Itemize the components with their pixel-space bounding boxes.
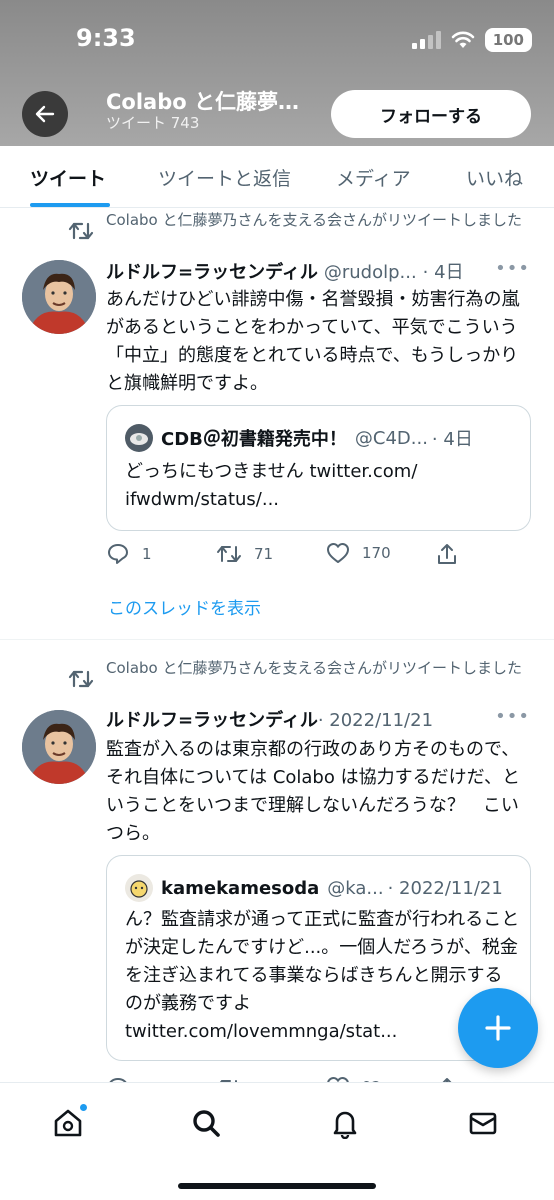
like-button[interactable]: 170 — [326, 542, 391, 564]
tweet-text: あんだけひどい誹謗中傷・名誉毀損・妨害行為の嵐があるということをわかっていて、平… — [106, 289, 520, 394]
heart-icon — [327, 543, 349, 563]
retweet-context: Colabo と仁藤夢乃さんを支える会さんがリツイートしました — [106, 211, 523, 229]
reply-icon — [108, 544, 128, 564]
tweet-date: · 4日 — [422, 262, 464, 283]
search-icon — [193, 1110, 220, 1137]
profile-tabs: ツイート ツイートと返信 メディア いいね — [0, 146, 554, 208]
retweet-action-icon — [217, 546, 241, 562]
retweet-context: Colabo と仁藤夢乃さんを支える会さんがリツイートしました — [106, 659, 523, 677]
tab-likes[interactable]: いいね — [466, 164, 523, 191]
back-button[interactable] — [22, 91, 68, 137]
quoted-avatar — [125, 424, 153, 452]
home-indicator[interactable] — [178, 1183, 376, 1189]
signal-icon — [411, 31, 441, 49]
more-icon[interactable]: ••• — [495, 706, 530, 727]
quoted-author-handle: @ka... — [327, 877, 384, 899]
follow-button[interactable]: フォローする — [331, 90, 531, 138]
nav-home[interactable] — [46, 1101, 90, 1145]
compose-tweet-button[interactable] — [458, 988, 538, 1068]
status-time: 9:33 — [76, 24, 136, 52]
tab-tweets[interactable]: ツイート — [30, 164, 106, 191]
nav-messages[interactable] — [461, 1101, 505, 1145]
quoted-tweet[interactable]: CDB＠初書籍発売中！ @C4D... · 4日 どっちにもつきません twit… — [106, 405, 531, 531]
retweet-count: 71 — [254, 545, 274, 563]
home-icon — [54, 1109, 82, 1137]
tweet-actions: 1 71 170 — [106, 542, 526, 570]
notification-dot — [79, 1103, 88, 1112]
tweet-count: ツイート 743 — [106, 114, 200, 132]
nav-notifications[interactable] — [323, 1101, 367, 1145]
retweet-button[interactable]: 71 — [216, 542, 273, 566]
retweet-icon — [68, 222, 94, 240]
reply-count: 1 — [142, 545, 152, 563]
tweet-author-name[interactable]: ルドルフ=ラッセンディル — [106, 258, 318, 284]
tab-tweets-and-replies[interactable]: ツイートと返信 — [158, 164, 291, 191]
battery-icon: 100 — [484, 28, 532, 52]
share-button[interactable] — [436, 542, 458, 566]
avatar[interactable] — [22, 710, 96, 784]
tweet-date: · 2022/11/21 — [317, 710, 434, 731]
wifi-icon — [451, 31, 474, 48]
more-icon[interactable]: ••• — [495, 258, 530, 279]
quoted-avatar — [125, 874, 153, 902]
profile-header: 9:33 100 Colabo と仁藤夢乃さんを支える会 ツイート 743 フォ… — [0, 0, 554, 146]
quoted-author-handle: @C4D... — [354, 427, 428, 449]
bell-icon — [333, 1111, 357, 1139]
quoted-date: · 4日 — [431, 429, 473, 450]
tweet-author-handle: @rudolp... — [323, 262, 417, 283]
plus-icon — [485, 1015, 511, 1041]
like-count: 170 — [362, 544, 391, 562]
quoted-tweet-header: kamekamesoda @ka... · 2022/11/21 — [125, 874, 515, 902]
quoted-text: どっちにもつきません twitter.com/ ifwdwm/status/..… — [125, 461, 418, 510]
tweet-text: 監査が入るのは東京都の行政のあり方そのもので、それ自体については Colabo … — [106, 739, 521, 844]
tweet-feed[interactable]: Colabo と仁藤夢乃さんを支える会さんがリツイートしました ルドルフ=ラッセ… — [0, 208, 554, 1082]
tweet-header: ルドルフ=ラッセンディル @rudolp... · 4日 — [106, 258, 506, 284]
share-icon — [438, 544, 456, 564]
status-icons: 100 — [411, 28, 532, 52]
avatar[interactable] — [22, 260, 96, 334]
quoted-author-name: CDB＠初書籍発売中！ — [161, 429, 347, 450]
nav-search[interactable] — [184, 1101, 228, 1145]
active-tab-indicator — [30, 203, 110, 207]
tweet-author-name[interactable]: ルドルフ=ラッセンディル — [106, 706, 318, 732]
arrow-left-icon — [35, 105, 55, 123]
tweet[interactable]: Colabo と仁藤夢乃さんを支える会さんがリツイートしました ルドルフ=ラッセ… — [0, 208, 554, 640]
quoted-author-name: kamekamesoda — [161, 877, 320, 899]
quoted-date: · 2022/11/21 — [387, 877, 503, 899]
reply-button[interactable]: 1 — [106, 542, 152, 566]
mail-icon — [469, 1112, 497, 1135]
show-thread-link[interactable]: このスレッドを表示 — [108, 594, 261, 619]
quoted-tweet-header: CDB＠初書籍発売中！ @C4D... · 4日 — [125, 424, 515, 452]
tab-media[interactable]: メディア — [336, 164, 411, 191]
retweet-icon — [68, 670, 94, 688]
tweet-header: ルドルフ=ラッセンディル · 2022/11/21 — [106, 706, 506, 732]
